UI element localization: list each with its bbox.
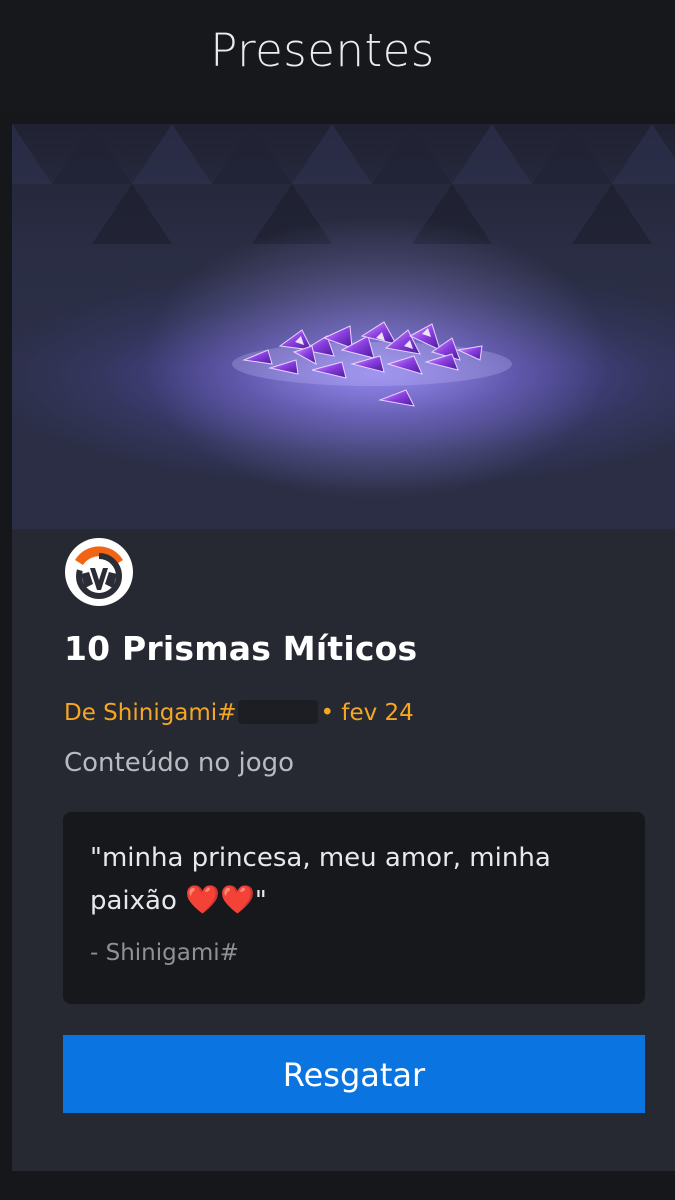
gift-date: • fev 24 [320,700,414,726]
gift-card: 10 Prismas Míticos De Shinigami# • fev 24… [12,124,675,1171]
gift-hero-image [12,124,675,529]
page-title: Presentes [210,24,435,77]
prism-pile-icon [12,124,675,529]
content-type-label: Conteúdo no jogo [64,748,295,778]
redeem-button[interactable]: Resgatar [63,1035,645,1113]
gift-screen: Presentes 10 Prismas Míticos De Shinigam… [0,0,675,1200]
message-text: "minha princesa, meu amor, minha paixão [90,843,551,916]
sender-name: De Shinigami# [64,700,237,726]
heart-emoji-icon: ❤️❤️ [185,883,255,916]
overwatch-logo-icon [63,536,135,608]
sender-line: De Shinigami# • fev 24 [64,700,414,726]
gift-title: 10 Prismas Míticos [64,629,418,668]
message-close-quote: " [254,886,267,916]
gift-message-box: "minha princesa, meu amor, minha paixão … [63,812,645,1004]
redacted-tag [238,700,319,724]
header: Presentes [0,0,675,112]
message-signature: - Shinigami# [90,940,239,966]
gift-message: "minha princesa, meu amor, minha paixão … [90,838,610,922]
